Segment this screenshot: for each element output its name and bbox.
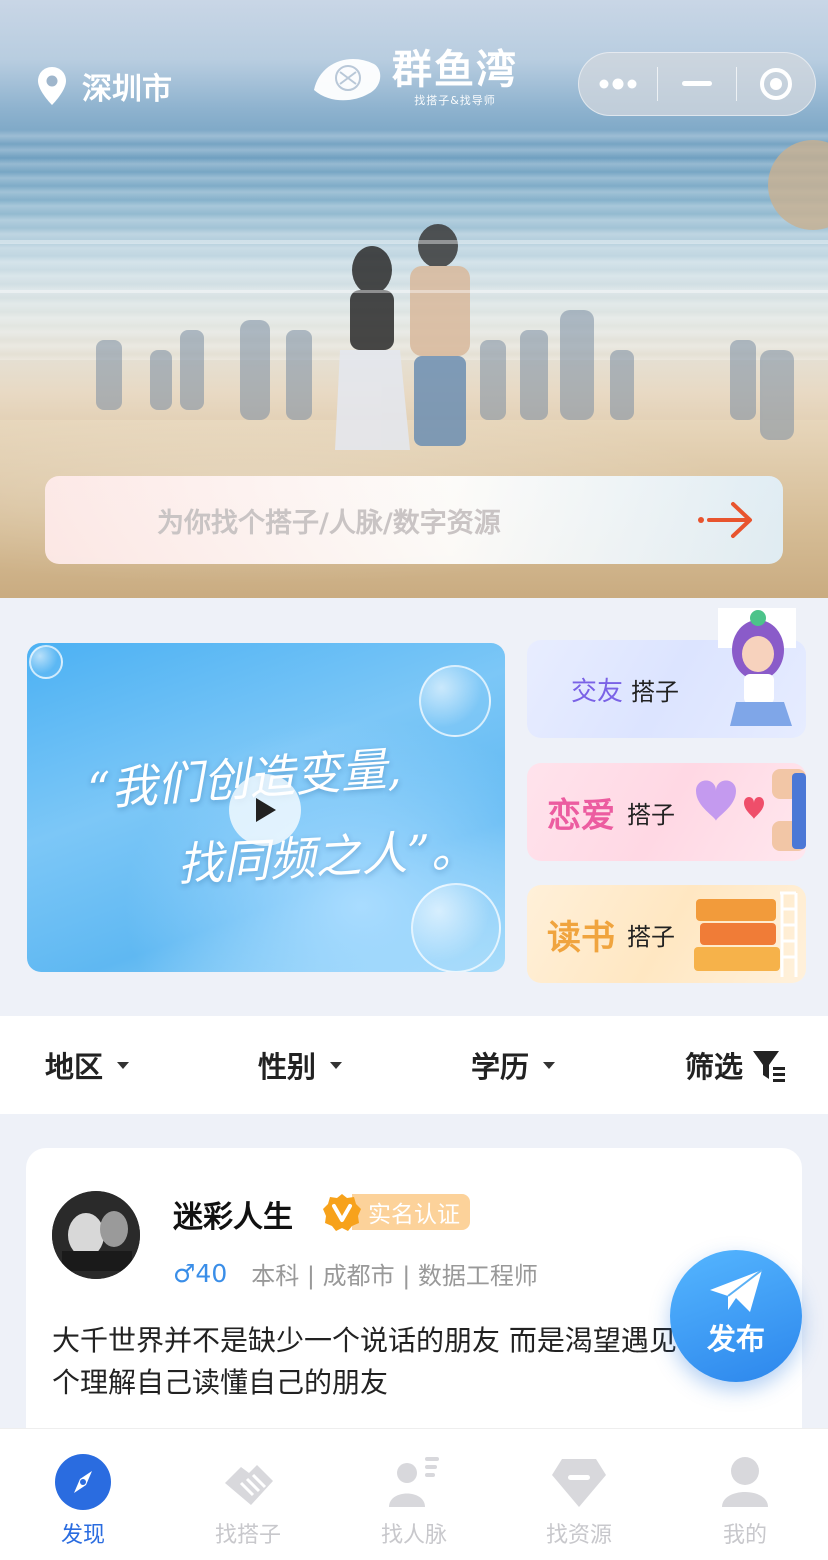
tab-find-resources[interactable]: 找资源: [519, 1429, 639, 1560]
publish-label: 发布: [706, 1322, 765, 1356]
caret-down-icon: [543, 1061, 556, 1069]
tab-discover[interactable]: 发现: [23, 1429, 143, 1560]
arrow-right-icon[interactable]: [697, 498, 755, 542]
more-dots-icon: [599, 78, 637, 90]
verified-badge: 实名认证: [322, 1193, 470, 1231]
education-filter[interactable]: 学历: [471, 1016, 556, 1114]
minimize-button[interactable]: [658, 53, 736, 115]
search-bar[interactable]: 为你找个搭子/人脉/数字资源: [45, 476, 783, 564]
publish-button[interactable]: 发布: [670, 1250, 802, 1382]
bubble-decoration: [419, 665, 491, 737]
miniprogram-capsule: [578, 52, 816, 116]
beach-people-illustration: [0, 224, 828, 450]
funnel-icon: [753, 1051, 786, 1082]
screen-filter[interactable]: 筛选: [685, 1016, 787, 1114]
bottom-tab-bar: 发现 找搭子 找人脉 找资源 我的: [0, 1428, 828, 1560]
paper-plane-icon: [710, 1269, 763, 1312]
romance-partner-card[interactable]: 恋爱 搭子: [527, 763, 806, 861]
person-card-icon: [389, 1457, 439, 1507]
logo-subtitle: 找搭子&找导师: [414, 94, 496, 107]
card-label: 搭子: [631, 677, 680, 706]
tab-find-partner[interactable]: 找搭子: [188, 1429, 308, 1560]
card-label: 搭子: [627, 922, 675, 951]
verified-v-icon: [323, 1194, 361, 1231]
location-pin-icon: [38, 67, 66, 105]
caret-down-icon: [330, 1061, 343, 1069]
tab-find-network[interactable]: 找人脉: [354, 1429, 474, 1560]
app-logo: 群鱼湾 找搭子&找导师: [310, 48, 518, 108]
target-circle-icon: [760, 68, 792, 100]
post-content: 大千世界并不是缺少一个说话的朋友 而是渴望遇见一个理解自己读懂自己的朋友: [52, 1324, 705, 1399]
bubble-decoration: [29, 645, 63, 679]
avatar[interactable]: [52, 1191, 140, 1279]
handshake-icon: [225, 1465, 273, 1505]
fish-logo-icon: [314, 59, 381, 101]
gem-icon: [552, 1459, 606, 1507]
logo-name: 群鱼湾: [392, 47, 518, 93]
video-slogan-line2: 找同频之人”。: [175, 822, 478, 892]
bubble-decoration: [411, 883, 501, 972]
gender-age: ♂40: [173, 1259, 228, 1288]
filter-bar: 地区 性别 学历 筛选: [0, 1016, 828, 1114]
caret-down-icon: [117, 1061, 130, 1069]
region-filter-label: 地区: [45, 1050, 104, 1084]
user-icon: [722, 1457, 768, 1507]
card-keyword: 交友: [571, 676, 624, 707]
region-filter[interactable]: 地区: [45, 1016, 130, 1114]
gender-filter-label: 性别: [258, 1050, 317, 1084]
username[interactable]: 迷彩人生: [173, 1192, 293, 1236]
city-label: 深圳市: [82, 72, 172, 107]
gender-filter[interactable]: 性别: [258, 1016, 343, 1114]
books-illustration: [694, 891, 798, 977]
tab-label: 发现: [60, 1523, 105, 1548]
avatar-image: [52, 1191, 140, 1279]
play-button[interactable]: [229, 774, 301, 846]
user-details: 本科 | 成都市 | 数据工程师: [251, 1262, 538, 1290]
tab-mine[interactable]: 我的: [685, 1429, 805, 1560]
heart-hands-illustration: [696, 769, 806, 851]
girl-character-illustration: [718, 608, 796, 726]
user-meta: ♂40 本科 | 成都市 | 数据工程师: [173, 1256, 538, 1291]
compass-icon: [55, 1454, 111, 1510]
search-placeholder: 为你找个搭子/人脉/数字资源: [157, 507, 501, 539]
card-keyword: 恋爱: [547, 795, 615, 836]
education-filter-label: 学历: [471, 1050, 530, 1084]
card-keyword: 读书: [547, 917, 615, 958]
location-selector[interactable]: 深圳市: [36, 64, 172, 108]
more-button[interactable]: [579, 53, 657, 115]
close-miniprogram-button[interactable]: [737, 53, 815, 115]
badge-label: 实名认证: [352, 1194, 470, 1230]
tab-label: 找资源: [545, 1523, 612, 1548]
tab-label: 找人脉: [380, 1523, 447, 1548]
card-label: 搭子: [627, 800, 675, 829]
reading-partner-card[interactable]: 读书 搭子: [527, 885, 806, 983]
promo-video[interactable]: “我们创造变量, 找同频之人”。: [27, 643, 505, 972]
play-icon: [256, 798, 276, 822]
tab-label: 找搭子: [214, 1523, 281, 1548]
minus-icon: [682, 81, 712, 86]
screen-filter-label: 筛选: [685, 1050, 744, 1084]
tab-label: 我的: [722, 1523, 767, 1548]
hero-banner: 深圳市 群鱼湾 找搭子&找导师 为你找个搭子/人脉/数字资源: [0, 0, 828, 598]
